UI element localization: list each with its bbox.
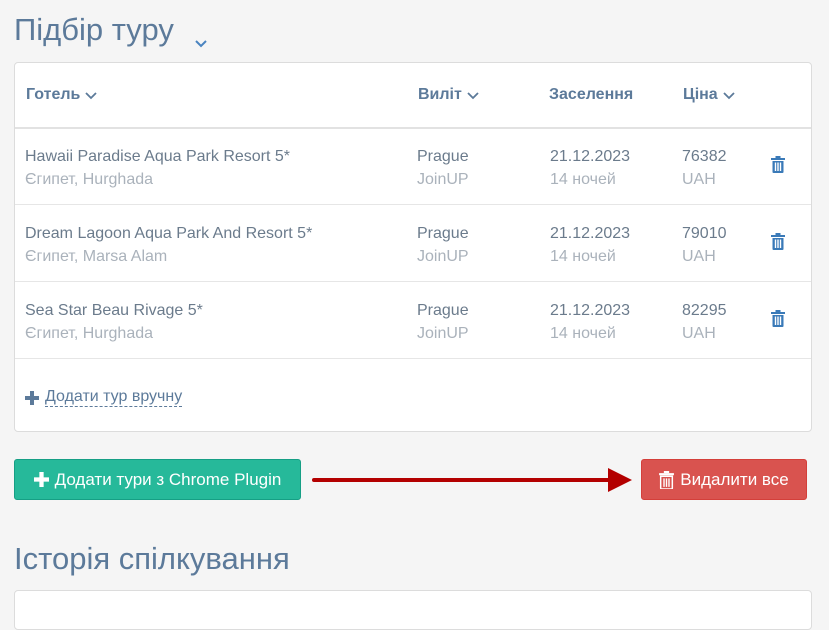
plus-icon [33, 472, 49, 487]
nights-count: 14 ночей [550, 171, 616, 188]
tour-operator: JoinUP [417, 325, 469, 342]
price-cell: 82295 UAH [682, 299, 727, 345]
price-value: 76382 [682, 148, 727, 165]
checkin-cell: 21.12.2023 14 ночей [550, 222, 630, 268]
trash-icon [659, 470, 675, 489]
table-row: Hawaii Paradise Aqua Park Resort 5* Єгип… [15, 127, 811, 205]
table-header: Готель Виліт Заселення Ціна [15, 63, 811, 129]
delete-all-button[interactable]: Видалити все [641, 459, 807, 500]
hotel-cell: Sea Star Beau Rivage 5* Єгипет, Hurghada [25, 299, 203, 345]
nights-count: 14 ночей [550, 325, 616, 342]
trash-icon[interactable] [771, 233, 785, 250]
price-cell: 79010 UAH [682, 222, 727, 268]
add-tours-chrome-plugin-label: Додати тури з Chrome Plugin [54, 469, 282, 489]
hotel-name: Dream Lagoon Aqua Park And Resort 5* [25, 225, 313, 242]
hotel-location: Єгипет, Hurghada [25, 171, 154, 188]
add-tour-manually-link[interactable]: Додати тур вручну [25, 388, 183, 407]
chevron-down-icon [723, 92, 735, 100]
departure-city: Prague [417, 302, 469, 319]
chevron-down-icon [467, 92, 479, 100]
price-currency: UAH [682, 171, 716, 188]
trash-icon[interactable] [771, 156, 785, 173]
trash-icon[interactable] [771, 310, 785, 327]
price-currency: UAH [682, 248, 716, 265]
table-row: Sea Star Beau Rivage 5* Єгипет, Hurghada… [15, 281, 811, 359]
checkin-date: 21.12.2023 [550, 148, 631, 165]
column-header-checkin: Заселення [549, 86, 634, 103]
hotel-location: Єгипет, Marsa Alam [25, 248, 168, 265]
departure-cell: Prague JoinUP [417, 222, 469, 268]
hotel-cell: Dream Lagoon Aqua Park And Resort 5* Єги… [25, 222, 312, 268]
price-currency: UAH [682, 325, 716, 342]
checkin-date: 21.12.2023 [550, 225, 631, 242]
tour-section-title: Підбір туру [14, 12, 174, 47]
hotel-cell: Hawaii Paradise Aqua Park Resort 5* Єгип… [25, 145, 290, 191]
price-value: 79010 [682, 225, 727, 242]
price-value: 82295 [682, 302, 727, 319]
departure-cell: Prague JoinUP [417, 299, 469, 345]
section-title-communication-history: Історія спілкування [14, 541, 290, 576]
tour-table-card: Готель Виліт Заселення Ціна Hawaii Parad… [14, 62, 812, 432]
tour-operator: JoinUP [417, 171, 469, 188]
chevron-down-icon [85, 92, 98, 100]
departure-city: Prague [417, 148, 469, 165]
column-header-hotel[interactable]: Готель [26, 86, 98, 104]
nights-count: 14 ночей [550, 248, 616, 265]
add-tour-manually-label: Додати тур вручну [45, 388, 183, 407]
checkin-cell: 21.12.2023 14 ночей [550, 145, 630, 191]
hotel-location: Єгипет, Hurghada [25, 325, 154, 342]
hotel-name: Sea Star Beau Rivage 5* [25, 302, 203, 319]
annotation-red-arrow [312, 468, 632, 492]
section-title-tour-selection: Підбір туру [14, 12, 208, 48]
column-header-price[interactable]: Ціна [683, 86, 735, 104]
chevron-down-icon[interactable] [194, 23, 208, 48]
tour-operator: JoinUP [417, 248, 469, 265]
departure-cell: Prague JoinUP [417, 145, 469, 191]
communication-history-card [14, 590, 812, 630]
plus-icon [25, 390, 39, 405]
price-cell: 76382 UAH [682, 145, 727, 191]
checkin-cell: 21.12.2023 14 ночей [550, 299, 630, 345]
column-header-departure[interactable]: Виліт [418, 86, 479, 104]
checkin-date: 21.12.2023 [550, 302, 631, 319]
delete-all-label: Видалити все [680, 469, 789, 489]
add-tours-chrome-plugin-button[interactable]: Додати тури з Chrome Plugin [14, 459, 301, 500]
departure-city: Prague [417, 225, 469, 242]
table-row: Dream Lagoon Aqua Park And Resort 5* Єги… [15, 204, 811, 282]
hotel-name: Hawaii Paradise Aqua Park Resort 5* [25, 148, 291, 165]
